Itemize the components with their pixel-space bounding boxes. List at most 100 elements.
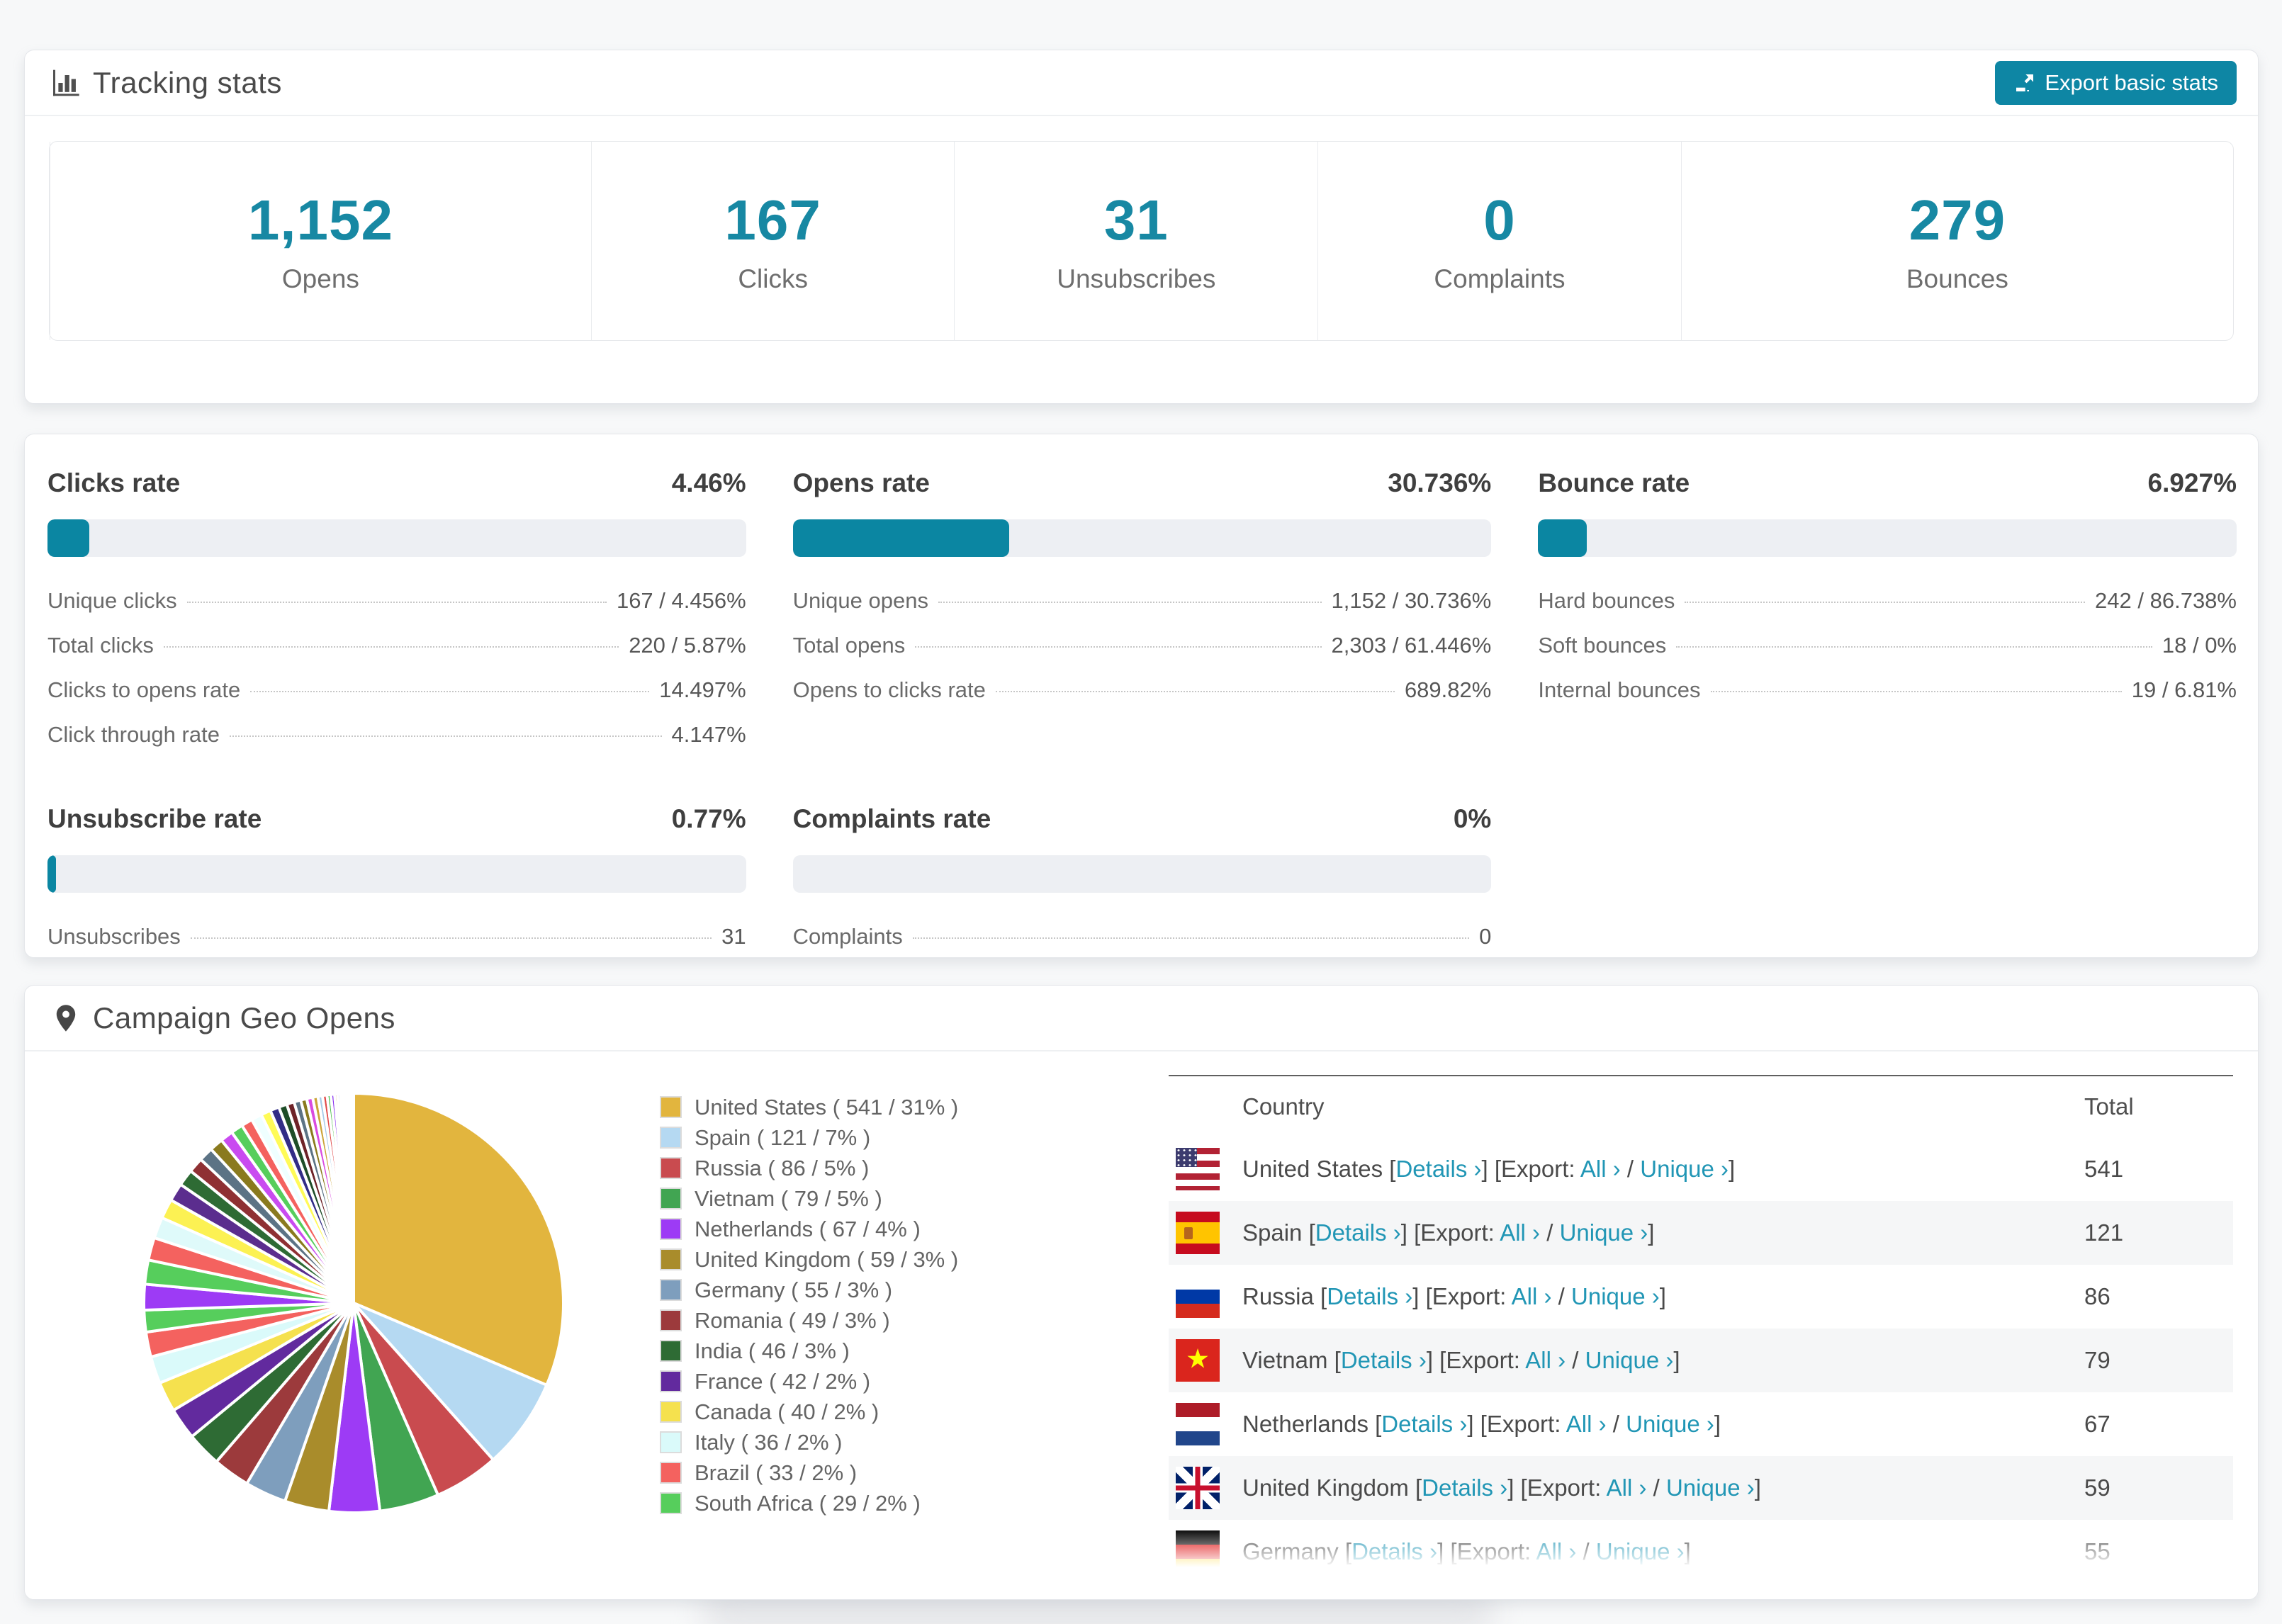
legend-swatch-icon <box>660 1279 682 1301</box>
export-all-link[interactable]: All › <box>1536 1538 1577 1564</box>
legend-swatch-icon <box>660 1462 682 1484</box>
legend-label: Brazil ( 33 / 2% ) <box>695 1460 858 1485</box>
export-all-link[interactable]: All › <box>1512 1283 1552 1309</box>
details-link[interactable]: Details › <box>1327 1283 1412 1309</box>
legend-item: Brazil ( 33 / 2% ) <box>660 1457 958 1488</box>
country-total: 86 <box>2084 1283 2110 1309</box>
legend-label: Romania ( 49 / 3% ) <box>695 1307 890 1333</box>
country-cell: United States [Details ›] [Export: All ›… <box>1242 1156 1735 1183</box>
country-name: Netherlands <box>1242 1411 1368 1437</box>
details-link[interactable]: Details › <box>1395 1156 1481 1182</box>
country-total: 55 <box>2084 1538 2110 1564</box>
legend-swatch-icon <box>660 1157 682 1179</box>
rates-card: Clicks rate 4.46% Unique clicks 167 / 4.… <box>24 434 2259 958</box>
legend-label: Germany ( 55 / 3% ) <box>695 1277 893 1302</box>
metric-label: Unsubscribes <box>47 924 181 949</box>
country-name: United States <box>1242 1156 1383 1182</box>
details-link[interactable]: Details › <box>1351 1538 1437 1564</box>
separator-text: / <box>1606 1411 1626 1437</box>
metric-row: Internal bounces 19 / 6.81% <box>1538 677 2237 703</box>
country-cell: Vietnam [Details ›] [Export: All › / Uni… <box>1242 1347 1680 1374</box>
details-link[interactable]: Details › <box>1422 1474 1507 1501</box>
dotted-leader <box>1710 691 2122 692</box>
export-basic-stats-button[interactable]: Export basic stats <box>1995 60 2237 105</box>
dotted-leader <box>915 646 1322 648</box>
country-total: 59 <box>2084 1474 2110 1501</box>
dotted-leader <box>229 735 662 737</box>
stat-label: Bounces <box>1906 264 2008 293</box>
metric-value: 18 / 0% <box>2162 633 2237 658</box>
metric-value: 4.147% <box>671 722 746 747</box>
metric-value: 31 <box>721 924 746 949</box>
bracket-text: ] [ <box>1467 1411 1487 1437</box>
metric-label: Opens to clicks rate <box>792 677 986 702</box>
legend-label: Italy ( 36 / 2% ) <box>695 1429 843 1455</box>
metric-row: Unique opens 1,152 / 30.736% <box>793 588 1492 614</box>
dotted-leader <box>912 937 1470 939</box>
separator-text: / <box>1646 1474 1666 1501</box>
bracket-text: ] [ <box>1481 1156 1502 1182</box>
details-link[interactable]: Details › <box>1315 1219 1401 1246</box>
export-unique-link[interactable]: Unique › <box>1596 1538 1685 1564</box>
export-all-link[interactable]: All › <box>1500 1219 1540 1246</box>
geo-table-header: Country Total <box>1169 1076 2233 1137</box>
geo-legend: United States ( 541 / 31% ) Spain ( 121 … <box>660 1092 958 1518</box>
country-flag-icon <box>1176 1148 1220 1190</box>
details-link[interactable]: Details › <box>1381 1411 1467 1437</box>
export-all-link[interactable]: All › <box>1580 1156 1621 1182</box>
country-flag-icon <box>1176 1467 1220 1509</box>
legend-label: India ( 46 / 3% ) <box>695 1338 850 1363</box>
legend-item: India ( 46 / 3% ) <box>660 1336 958 1366</box>
export-all-link[interactable]: All › <box>1525 1347 1566 1373</box>
stat-box: 167 Clicks <box>590 142 955 340</box>
export-all-link[interactable]: All › <box>1566 1411 1607 1437</box>
details-link[interactable]: Details › <box>1341 1347 1427 1373</box>
opens-rate-progress-fill <box>792 519 1010 557</box>
country-name: Vietnam <box>1242 1347 1328 1373</box>
dotted-leader <box>163 646 619 648</box>
geo-table: Country Total United States [Details ›] … <box>1169 1075 2233 1584</box>
export-unique-link[interactable]: Unique › <box>1585 1347 1674 1373</box>
bounce-metrics: Hard bounces 242 / 86.738% Soft bounces … <box>1538 588 2237 703</box>
legend-item: United States ( 541 / 31% ) <box>660 1092 958 1122</box>
country-flag-icon <box>1176 1275 1220 1318</box>
export-unique-link[interactable]: Unique › <box>1666 1474 1755 1501</box>
export-unique-link[interactable]: Unique › <box>1571 1283 1660 1309</box>
country-flag-icon <box>1176 1530 1220 1573</box>
table-row: Russia [Details ›] [Export: All › / Uniq… <box>1169 1265 2233 1329</box>
page-title: Tracking stats <box>93 65 282 99</box>
stat-value: 167 <box>724 188 821 252</box>
export-unique-link[interactable]: Unique › <box>1560 1219 1648 1246</box>
country-total: 67 <box>2084 1411 2110 1437</box>
export-unique-link[interactable]: Unique › <box>1640 1156 1729 1182</box>
legend-item: France ( 42 / 2% ) <box>660 1366 958 1397</box>
export-prefix: Export: <box>1420 1219 1495 1246</box>
country-total: 541 <box>2084 1156 2124 1182</box>
country-name: Spain <box>1242 1219 1303 1246</box>
metric-row: Total clicks 220 / 5.87% <box>47 633 746 658</box>
map-pin-icon <box>50 1003 82 1034</box>
bracket-text: [ <box>1338 1538 1352 1564</box>
complaints-rate-title: Complaints rate <box>792 804 991 833</box>
legend-swatch-icon <box>660 1248 682 1270</box>
stats-summary-row: 1,152 Opens 167 Clicks 31 Unsubscribes 0… <box>49 141 2234 341</box>
metric-value: 2,303 / 61.446% <box>1331 633 1492 658</box>
metric-row: Clicks to opens rate 14.497% <box>47 677 746 703</box>
bracket-text: [ <box>1368 1411 1382 1437</box>
legend-swatch-icon <box>660 1218 682 1240</box>
legend-swatch-icon <box>660 1127 682 1149</box>
legend-swatch-icon <box>660 1096 682 1118</box>
export-prefix: Export: <box>1456 1538 1531 1564</box>
export-unique-link[interactable]: Unique › <box>1626 1411 1714 1437</box>
stat-label: Clicks <box>738 264 808 293</box>
legend-item: Russia ( 86 / 5% ) <box>660 1153 958 1183</box>
legend-item: Netherlands ( 67 / 4% ) <box>660 1214 958 1244</box>
export-all-link[interactable]: All › <box>1607 1474 1647 1501</box>
metric-label: Total clicks <box>47 633 154 658</box>
metric-row: Unique clicks 167 / 4.456% <box>47 588 746 614</box>
tracking-stats-page: Tracking stats Export basic stats 1,152 … <box>0 0 2282 1624</box>
total-column-header: Total <box>2084 1093 2134 1120</box>
geo-pie-chart <box>134 1083 573 1523</box>
table-row: Germany [Details ›] [Export: All › / Uni… <box>1169 1520 2233 1584</box>
stat-value: 0 <box>1483 188 1516 252</box>
